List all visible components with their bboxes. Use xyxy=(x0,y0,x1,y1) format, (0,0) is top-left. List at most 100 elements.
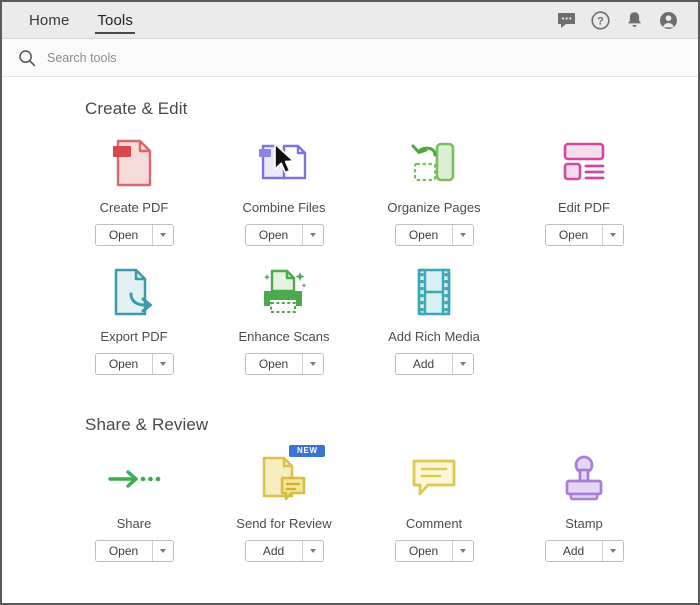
split-button-send-for-review: Add xyxy=(244,540,324,562)
split-button-organize-pages: Open xyxy=(394,224,474,246)
chevron-down-icon xyxy=(459,362,466,366)
open-button-organize-pages[interactable]: Open xyxy=(395,225,452,245)
new-badge: NEW xyxy=(289,445,325,457)
dropdown-caret-export-pdf[interactable] xyxy=(151,354,173,374)
tab-tools-label: Tools xyxy=(97,11,133,29)
split-button-enhance-scans: Open xyxy=(244,353,324,375)
top-menu-bar: Home Tools ? xyxy=(2,2,698,39)
tool-grid-create-edit: Create PDF Open Combine Files Open Organ… xyxy=(2,135,698,393)
tool-combine-files[interactable]: Combine Files Open xyxy=(209,135,359,264)
add-button-stamp[interactable]: Add xyxy=(545,541,602,561)
split-button-share: Open xyxy=(94,540,174,562)
app-window: Home Tools ? Search tools Create & Edit … xyxy=(0,0,700,605)
chevron-down-icon xyxy=(309,549,316,553)
create-pdf-icon xyxy=(103,135,165,191)
dropdown-caret-enhance-scans[interactable] xyxy=(301,354,323,374)
chevron-down-icon xyxy=(459,233,466,237)
chevron-down-icon xyxy=(459,549,466,553)
tool-label-enhance-scans: Enhance Scans xyxy=(238,329,330,344)
tool-label-stamp: Stamp xyxy=(565,516,603,531)
stamp-icon xyxy=(553,451,615,507)
tool-edit-pdf[interactable]: Edit PDF Open xyxy=(509,135,659,264)
tool-create-pdf[interactable]: Create PDF Open xyxy=(59,135,209,264)
section-title-create-edit: Create & Edit xyxy=(85,99,188,118)
tool-label-organize-pages: Organize Pages xyxy=(387,200,481,215)
tool-grid-spacer xyxy=(509,264,659,393)
share-icon xyxy=(103,451,165,507)
tool-label-export-pdf: Export PDF xyxy=(100,329,168,344)
split-button-create-pdf: Open xyxy=(94,224,174,246)
tool-export-pdf[interactable]: Export PDF Open xyxy=(59,264,209,393)
chevron-down-icon xyxy=(309,233,316,237)
send-for-review-icon: NEW xyxy=(253,445,325,507)
tool-stamp[interactable]: Stamp Add xyxy=(509,451,659,580)
tool-label-send-for-review: Send for Review xyxy=(236,516,332,531)
open-button-share[interactable]: Open xyxy=(95,541,152,561)
split-button-export-pdf: Open xyxy=(94,353,174,375)
section-create-edit: Create & Edit Create PDF Open Combine Fi… xyxy=(2,99,698,393)
tool-add-rich-media[interactable]: Add Rich Media Add xyxy=(359,264,509,393)
tab-tools[interactable]: Tools xyxy=(83,2,147,38)
dropdown-caret-edit-pdf[interactable] xyxy=(601,225,623,245)
tool-grid-share-review: Share Open NEW Send for Review Add Comme… xyxy=(2,445,698,580)
section-title-share-review: Share & Review xyxy=(85,415,209,434)
combine-files-icon xyxy=(253,135,315,191)
tool-label-share: Share xyxy=(116,516,152,531)
tool-enhance-scans[interactable]: Enhance Scans Open xyxy=(209,264,359,393)
tool-organize-pages[interactable]: Organize Pages Open xyxy=(359,135,509,264)
export-pdf-icon xyxy=(103,264,165,320)
svg-text:?: ? xyxy=(597,15,604,27)
split-button-combine-files: Open xyxy=(244,224,324,246)
split-button-stamp: Add xyxy=(544,540,624,562)
tool-comment[interactable]: Comment Open xyxy=(359,451,509,580)
open-button-comment[interactable]: Open xyxy=(395,541,452,561)
dropdown-caret-share[interactable] xyxy=(151,541,173,561)
edit-pdf-icon xyxy=(553,135,615,191)
topbar-icon-group: ? xyxy=(556,2,698,38)
dropdown-caret-add-rich-media[interactable] xyxy=(451,354,473,374)
tool-send-for-review[interactable]: NEW Send for Review Add xyxy=(209,445,359,580)
enhance-scans-icon xyxy=(253,264,315,320)
split-button-edit-pdf: Open xyxy=(544,224,624,246)
add-rich-media-icon xyxy=(403,264,465,320)
open-button-enhance-scans[interactable]: Open xyxy=(245,354,302,374)
dropdown-caret-create-pdf[interactable] xyxy=(151,225,173,245)
dropdown-caret-stamp[interactable] xyxy=(601,541,623,561)
add-button-add-rich-media[interactable]: Add xyxy=(395,354,452,374)
tool-share[interactable]: Share Open xyxy=(59,451,209,580)
open-button-export-pdf[interactable]: Open xyxy=(95,354,152,374)
message-icon[interactable] xyxy=(556,10,576,30)
chevron-down-icon xyxy=(609,233,616,237)
tool-label-comment: Comment xyxy=(405,516,463,531)
tool-label-edit-pdf: Edit PDF xyxy=(557,200,610,215)
open-button-combine-files[interactable]: Open xyxy=(245,225,302,245)
tool-label-combine-files: Combine Files xyxy=(242,200,326,215)
search-icon xyxy=(18,49,36,67)
dropdown-caret-send-for-review[interactable] xyxy=(301,541,323,561)
tools-content: Create & Edit Create PDF Open Combine Fi… xyxy=(2,77,698,603)
chevron-down-icon xyxy=(159,549,166,553)
dropdown-caret-organize-pages[interactable] xyxy=(451,225,473,245)
help-icon[interactable]: ? xyxy=(590,10,610,30)
tab-bar: Home Tools xyxy=(2,2,147,38)
account-icon[interactable] xyxy=(658,10,678,30)
tool-label-add-rich-media: Add Rich Media xyxy=(388,329,480,344)
open-button-edit-pdf[interactable]: Open xyxy=(545,225,602,245)
split-button-add-rich-media: Add xyxy=(394,353,474,375)
tab-home[interactable]: Home xyxy=(15,2,83,38)
dropdown-caret-comment[interactable] xyxy=(451,541,473,561)
organize-pages-icon xyxy=(403,135,465,191)
chevron-down-icon xyxy=(159,233,166,237)
section-share-review: Share & Review Share Open NEW Send for R… xyxy=(2,415,698,580)
tab-home-label: Home xyxy=(29,11,70,29)
search-bar xyxy=(2,39,698,77)
comment-icon xyxy=(403,451,465,507)
search-input[interactable] xyxy=(47,50,347,65)
open-button-create-pdf[interactable]: Open xyxy=(95,225,152,245)
tool-label-create-pdf: Create PDF xyxy=(99,200,169,215)
dropdown-caret-combine-files[interactable] xyxy=(301,225,323,245)
split-button-comment: Open xyxy=(394,540,474,562)
add-button-send-for-review[interactable]: Add xyxy=(245,541,302,561)
bell-icon[interactable] xyxy=(624,10,644,30)
chevron-down-icon xyxy=(609,549,616,553)
